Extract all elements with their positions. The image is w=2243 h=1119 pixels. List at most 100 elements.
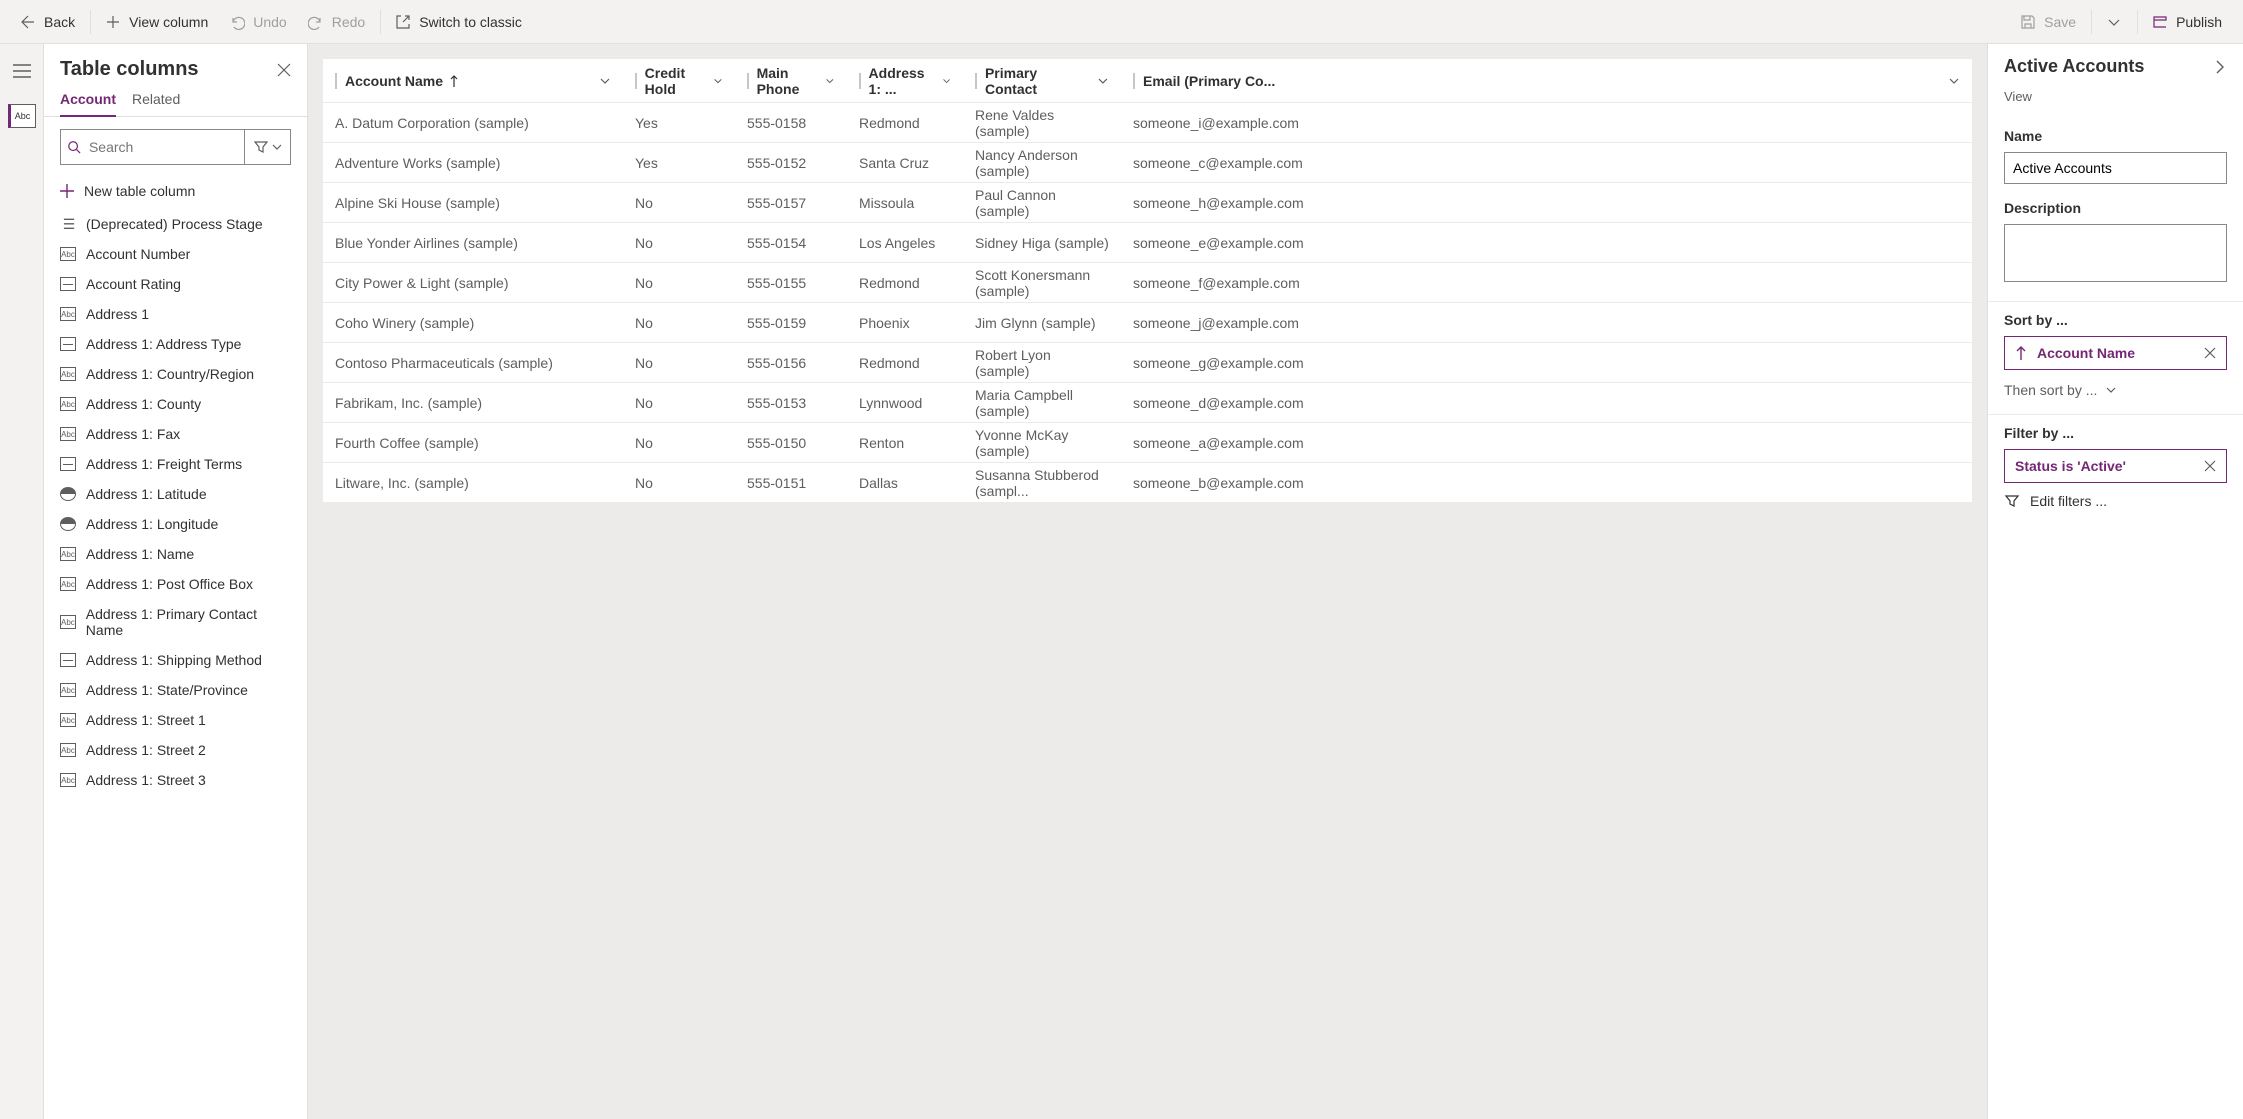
table-cell: someone_d@example.com	[1121, 395, 1972, 411]
right-subtitle: View	[1988, 89, 2243, 118]
column-header[interactable]: Main Phone	[735, 65, 847, 97]
undo-button[interactable]: Undo	[219, 8, 297, 36]
list-item[interactable]: Address 1: Street 2	[44, 735, 307, 765]
sort-by-label: Sort by ...	[2004, 312, 2227, 328]
remove-filter-button[interactable]	[2204, 460, 2216, 472]
expand-button[interactable]	[2213, 60, 2227, 74]
list-item[interactable]: Address 1: Primary Contact Name	[44, 599, 307, 645]
list-item-label: Address 1: Latitude	[86, 486, 207, 502]
back-button[interactable]: Back	[10, 8, 86, 36]
table-cell: 555-0154	[735, 235, 847, 251]
list-item[interactable]: Address 1: Street 1	[44, 705, 307, 735]
save-button[interactable]: Save	[2010, 8, 2087, 36]
undo-label: Undo	[253, 14, 286, 30]
list-item[interactable]: ☰(Deprecated) Process Stage	[44, 209, 307, 239]
rail-item-abc[interactable]: Abc	[8, 104, 36, 128]
drag-handle-icon[interactable]	[975, 73, 977, 89]
column-header[interactable]: Address 1: ...	[847, 65, 963, 97]
filter-pill[interactable]: Status is 'Active'	[2004, 449, 2227, 483]
table-cell: Nancy Anderson (sample)	[963, 147, 1121, 179]
tab-related[interactable]: Related	[132, 91, 180, 116]
undo-icon	[229, 14, 245, 30]
drag-handle-icon[interactable]	[747, 73, 749, 89]
drag-handle-icon[interactable]	[859, 73, 861, 89]
filter-pill-label: Status is 'Active'	[2015, 458, 2126, 474]
filter-by-label: Filter by ...	[2004, 425, 2227, 441]
table-row[interactable]: Contoso Pharmaceuticals (sample)No555-01…	[323, 343, 1972, 383]
list-item-label: Address 1: Address Type	[86, 336, 241, 352]
list-item[interactable]: Address 1: Latitude	[44, 479, 307, 509]
table-row[interactable]: Fabrikam, Inc. (sample)No555-0153Lynnwoo…	[323, 383, 1972, 423]
table-cell: 555-0153	[735, 395, 847, 411]
table-cell: No	[623, 275, 735, 291]
column-list[interactable]: ☰(Deprecated) Process StageAccount Numbe…	[44, 209, 307, 1119]
view-column-button[interactable]: View column	[95, 8, 219, 36]
list-item[interactable]: Address 1: Freight Terms	[44, 449, 307, 479]
list-item[interactable]: Address 1: Longitude	[44, 509, 307, 539]
table-row[interactable]: Alpine Ski House (sample)No555-0157Misso…	[323, 183, 1972, 223]
drag-handle-icon[interactable]	[335, 73, 337, 89]
abc-icon	[60, 713, 76, 727]
column-header[interactable]: Account Name	[323, 73, 623, 89]
table-cell: 555-0158	[735, 115, 847, 131]
option-icon	[60, 457, 76, 471]
toolbar: Back View column Undo Redo Switch to cla…	[0, 0, 2243, 44]
table-cell: Contoso Pharmaceuticals (sample)	[323, 355, 623, 371]
list-item-label: Address 1: Shipping Method	[86, 652, 262, 668]
redo-button[interactable]: Redo	[298, 8, 376, 36]
option-icon	[60, 653, 76, 667]
list-item[interactable]: Address 1: State/Province	[44, 675, 307, 705]
drag-handle-icon[interactable]	[635, 73, 637, 89]
chevron-down-icon	[2106, 14, 2122, 30]
table-row[interactable]: Blue Yonder Airlines (sample)No555-0154L…	[323, 223, 1972, 263]
list-item[interactable]: Address 1	[44, 299, 307, 329]
search-input[interactable]	[89, 139, 238, 155]
chevron-down-icon	[1097, 75, 1109, 87]
table-row[interactable]: Litware, Inc. (sample)No555-0151DallasSu…	[323, 463, 1972, 503]
column-header[interactable]: Email (Primary Co...	[1121, 73, 1972, 89]
drag-handle-icon[interactable]	[1133, 73, 1135, 89]
close-button[interactable]	[277, 63, 291, 77]
list-item[interactable]: Address 1: Fax	[44, 419, 307, 449]
then-sort-button[interactable]: Then sort by ...	[2004, 370, 2227, 398]
list-item[interactable]: Address 1: Country/Region	[44, 359, 307, 389]
plus-icon	[60, 184, 74, 198]
list-item-label: Address 1: Street 1	[86, 712, 206, 728]
table-cell: A. Datum Corporation (sample)	[323, 115, 623, 131]
table-row[interactable]: Adventure Works (sample)Yes555-0152Santa…	[323, 143, 1972, 183]
list-item[interactable]: Address 1: Street 3	[44, 765, 307, 795]
table-cell: 555-0150	[735, 435, 847, 451]
description-input[interactable]	[2004, 224, 2227, 282]
list-item-label: Address 1: County	[86, 396, 201, 412]
hamburger-button[interactable]	[13, 64, 31, 78]
edit-filters-button[interactable]: Edit filters ...	[2004, 483, 2227, 519]
sort-pill[interactable]: Account Name	[2004, 336, 2227, 370]
tab-account[interactable]: Account	[60, 91, 116, 117]
list-item[interactable]: Address 1: Post Office Box	[44, 569, 307, 599]
column-header[interactable]: Credit Hold	[623, 65, 735, 97]
column-header[interactable]: Primary Contact	[963, 65, 1121, 97]
table-row[interactable]: A. Datum Corporation (sample)Yes555-0158…	[323, 103, 1972, 143]
table-row[interactable]: City Power & Light (sample)No555-0155Red…	[323, 263, 1972, 303]
list-item[interactable]: Address 1: Name	[44, 539, 307, 569]
table-cell: Jim Glynn (sample)	[963, 315, 1121, 331]
list-item[interactable]: Account Number	[44, 239, 307, 269]
view-column-label: View column	[129, 14, 208, 30]
table-row[interactable]: Coho Winery (sample)No555-0159PhoenixJim…	[323, 303, 1972, 343]
switch-classic-button[interactable]: Switch to classic	[385, 8, 533, 36]
table-row[interactable]: Fourth Coffee (sample)No555-0150RentonYv…	[323, 423, 1972, 463]
list-item[interactable]: Address 1: Address Type	[44, 329, 307, 359]
left-rail: Abc	[0, 44, 44, 1119]
list-item-label: Address 1: Country/Region	[86, 366, 254, 382]
new-column-button[interactable]: New table column	[44, 177, 307, 209]
table-cell: 555-0151	[735, 475, 847, 491]
filter-button[interactable]	[244, 130, 290, 164]
save-dropdown-button[interactable]	[2096, 8, 2133, 36]
name-input[interactable]	[2004, 152, 2227, 184]
list-item[interactable]: Account Rating	[44, 269, 307, 299]
remove-sort-button[interactable]	[2204, 347, 2216, 359]
list-item[interactable]: Address 1: Shipping Method	[44, 645, 307, 675]
publish-button[interactable]: Publish	[2142, 8, 2233, 36]
table-cell: Coho Winery (sample)	[323, 315, 623, 331]
list-item[interactable]: Address 1: County	[44, 389, 307, 419]
